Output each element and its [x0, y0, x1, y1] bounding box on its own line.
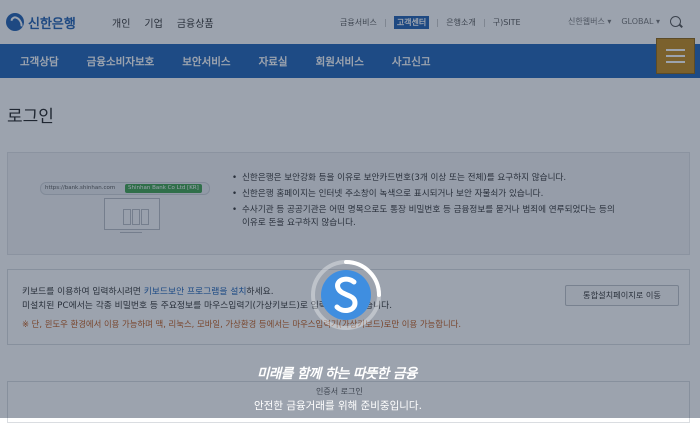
loading-message: 안전한 금융거래를 위해 준비중입니다. — [254, 400, 422, 412]
loading-overlay: 미래를 함께 하는 따뜻한 금융 안전한 금융거래를 위해 준비중입니다. — [0, 0, 700, 418]
slogan-text: 미래를 함께 하는 따뜻한 금융 — [257, 366, 417, 382]
loading-spinner-icon — [311, 260, 381, 330]
